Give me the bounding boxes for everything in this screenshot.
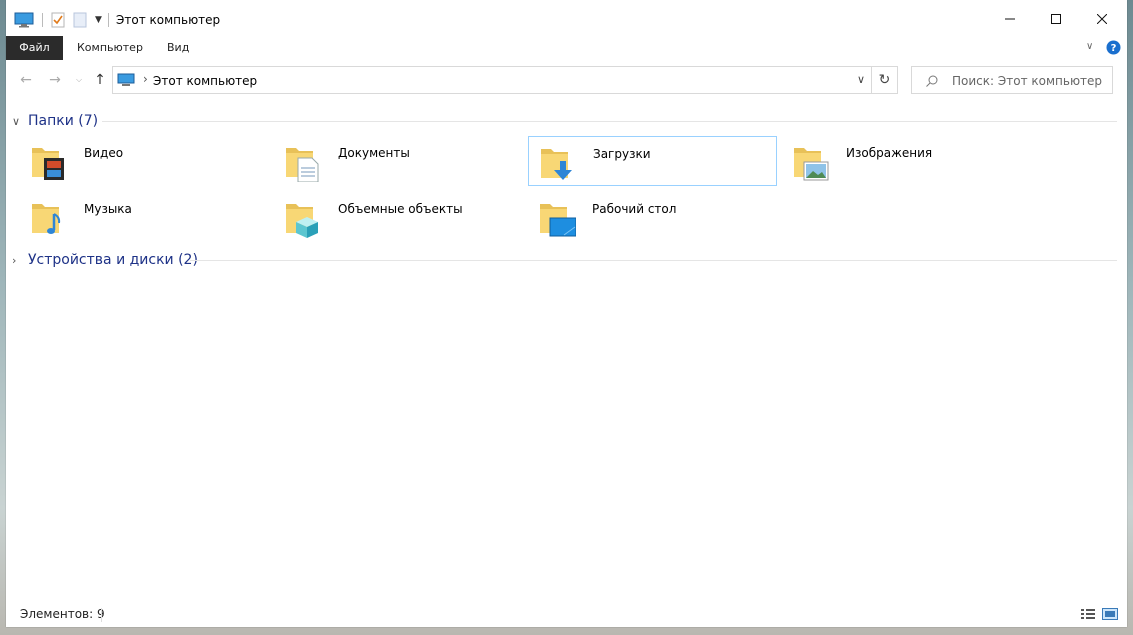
search-box[interactable]: Поиск: Этот компьютер — [911, 66, 1113, 94]
breadcrumb-current[interactable]: Этот компьютер — [153, 74, 257, 88]
customize-toolbar-icon[interactable]: ▼ — [95, 15, 102, 25]
divider — [101, 608, 102, 622]
computer-icon — [14, 12, 34, 28]
close-button[interactable] — [1079, 0, 1125, 38]
documents-folder-icon — [286, 148, 319, 182]
group-header-devices[interactable]: › Устройства и диски (2) — [6, 250, 1127, 270]
back-button[interactable]: ← — [16, 72, 36, 88]
ribbon-tabs: Файл Компьютер Вид ∨ ? — [6, 36, 1127, 60]
forward-button[interactable]: → — [45, 72, 65, 88]
separator — [107, 13, 109, 27]
music-folder-icon — [32, 204, 61, 234]
3d-objects-folder-icon — [286, 204, 318, 238]
recent-locations-button[interactable]: ⌵ — [69, 72, 89, 88]
folder-tile-music[interactable]: Музыка — [20, 192, 269, 242]
group-label: Устройства и диски (2) — [28, 252, 198, 268]
folder-tile-downloads[interactable]: Загрузки — [528, 136, 777, 186]
address-dropdown-icon[interactable]: ∨ — [857, 73, 865, 86]
chevron-right-icon[interactable]: › — [12, 254, 16, 267]
details-view-icon[interactable] — [1080, 607, 1096, 621]
search-placeholder: Поиск: Этот компьютер — [952, 74, 1103, 88]
folder-tile-3d-objects[interactable]: Объемные объекты — [274, 192, 523, 242]
close-icon — [1097, 14, 1107, 24]
pictures-folder-icon — [794, 148, 829, 181]
folder-name: Загрузки — [593, 147, 651, 161]
tab-view[interactable]: Вид — [155, 36, 201, 60]
new-folder-icon[interactable] — [73, 12, 87, 28]
item-count: Элементов: 9 — [20, 607, 105, 621]
folder-name: Изображения — [846, 146, 933, 160]
folder-tile-desktop[interactable]: Рабочий стол — [528, 192, 777, 242]
help-icon[interactable]: ? — [1106, 40, 1121, 55]
desktop-folder-icon — [540, 204, 576, 237]
folder-name: Рабочий стол — [592, 202, 677, 216]
refresh-button[interactable]: ↻ — [872, 66, 898, 94]
forward-arrow-icon: → — [49, 72, 61, 88]
expand-ribbon-icon[interactable]: ∨ — [1086, 41, 1093, 52]
folder-name: Объемные объекты — [338, 202, 463, 216]
folder-name: Видео — [84, 146, 124, 160]
folder-tile-documents[interactable]: Документы — [274, 136, 523, 186]
tab-file[interactable]: Файл — [6, 36, 63, 60]
address-bar[interactable]: › Этот компьютер ∨ — [112, 66, 872, 94]
title-bar: ▼ Этот компьютер — [6, 0, 1127, 38]
minimize-icon — [1005, 18, 1015, 20]
up-button[interactable]: ↑ — [90, 72, 110, 88]
separator — [42, 13, 43, 27]
tab-computer[interactable]: Компьютер — [65, 36, 155, 60]
back-arrow-icon: ← — [20, 72, 32, 88]
window-title: Этот компьютер — [116, 13, 221, 27]
search-icon — [926, 75, 938, 87]
downloads-folder-icon — [541, 149, 572, 180]
computer-icon — [117, 73, 135, 86]
breadcrumb-separator[interactable]: › — [143, 72, 148, 86]
explorer-window: ▼ Этот компьютер Файл Компьютер Вид ∨ ? … — [6, 0, 1127, 627]
large-icons-view-icon[interactable] — [1102, 607, 1118, 621]
navigation-bar: ← → ⌵ ↑ › Этот компьютер ∨ ↻ Поиск: Этот… — [6, 60, 1127, 100]
quick-access-toolbar: ▼ — [14, 10, 115, 30]
minimize-button[interactable] — [987, 0, 1033, 38]
refresh-icon: ↻ — [878, 72, 891, 88]
divider — [190, 260, 1117, 261]
status-bar: Элементов: 9 — [6, 604, 1127, 626]
properties-icon[interactable] — [51, 12, 65, 28]
video-folder-icon — [32, 148, 64, 180]
maximize-icon — [1051, 14, 1061, 24]
maximize-button[interactable] — [1033, 0, 1079, 38]
up-arrow-icon: ↑ — [94, 72, 106, 88]
group-header-folders[interactable]: ∨ Папки (7) — [6, 111, 1127, 131]
folder-tile-pictures[interactable]: Изображения — [782, 136, 1031, 186]
folder-name: Документы — [338, 146, 410, 160]
divider — [102, 121, 1117, 122]
svg-text:?: ? — [1111, 43, 1117, 54]
folder-tile-video[interactable]: Видео — [20, 136, 269, 186]
chevron-down-icon[interactable]: ∨ — [12, 115, 20, 128]
group-label: Папки (7) — [28, 113, 99, 129]
chevron-down-icon: ⌵ — [75, 75, 83, 84]
folder-name: Музыка — [84, 202, 132, 216]
